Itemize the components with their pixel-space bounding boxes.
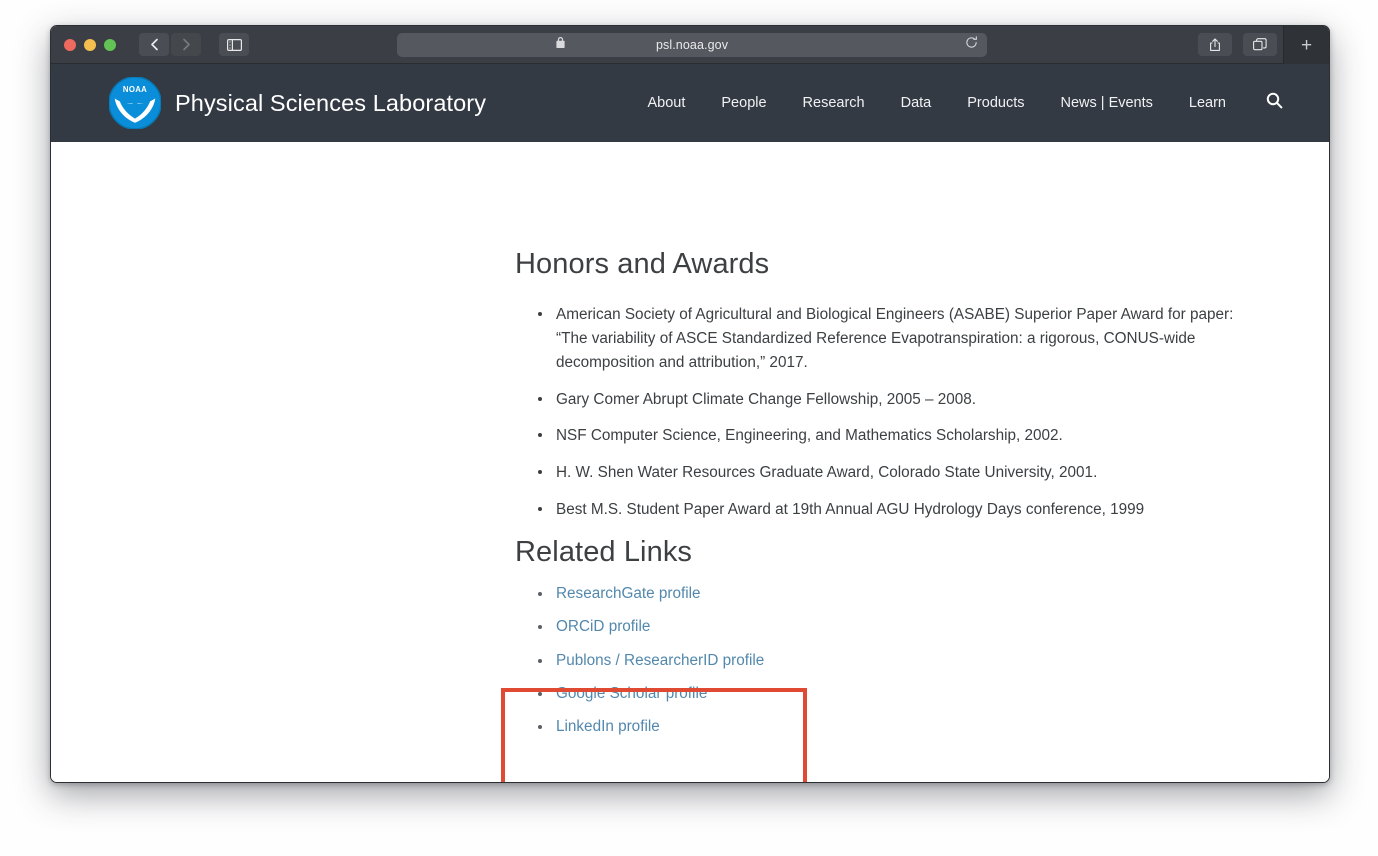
site-title: Physical Sciences Laboratory xyxy=(175,89,487,116)
svg-text:NOAA: NOAA xyxy=(123,85,147,94)
share-button[interactable] xyxy=(1198,33,1232,56)
noaa-logo: NOAA xyxy=(109,77,161,129)
share-icon xyxy=(1209,37,1221,52)
toolbar-right-buttons xyxy=(1198,33,1277,56)
list-item: American Society of Agricultural and Bio… xyxy=(538,303,1246,375)
sidebar-toggle-button[interactable] xyxy=(219,33,249,56)
navigation-buttons xyxy=(139,33,201,56)
lock-icon xyxy=(556,36,565,54)
list-item: NSF Computer Science, Engineering, and M… xyxy=(538,424,1246,448)
site-brand[interactable]: NOAA Physical Sciences Laboratory xyxy=(109,77,486,129)
list-item: ORCiD profile xyxy=(538,618,1269,636)
site-header: NOAA Physical Sciences Laboratory About … xyxy=(51,64,1329,142)
list-item: ResearchGate profile xyxy=(538,585,1269,603)
reload-icon[interactable] xyxy=(965,36,978,54)
close-window-button[interactable] xyxy=(64,38,76,51)
maximize-window-button[interactable] xyxy=(104,38,116,51)
address-bar-container: psl.noaa.gov xyxy=(397,33,987,57)
list-item: Best M.S. Student Paper Award at 19th An… xyxy=(538,498,1246,522)
forward-arrow-icon xyxy=(182,38,191,51)
nav-item-research[interactable]: Research xyxy=(785,95,883,111)
search-button[interactable] xyxy=(1244,92,1297,114)
browser-toolbar: psl.noaa.gov + xyxy=(51,26,1329,64)
back-arrow-icon xyxy=(150,38,159,51)
list-item: Publons / ResearcherID profile xyxy=(538,652,1269,670)
nav-item-products[interactable]: Products xyxy=(949,95,1042,111)
nav-item-people[interactable]: People xyxy=(703,95,784,111)
related-links-highlight-box xyxy=(501,688,807,782)
new-tab-button[interactable]: + xyxy=(1283,26,1329,64)
show-tabs-icon xyxy=(1253,38,1267,51)
window-traffic-lights xyxy=(64,38,116,51)
show-tabs-button[interactable] xyxy=(1243,33,1277,56)
screenshot-root: psl.noaa.gov + NOAA Physical Sciences La… xyxy=(0,0,1378,856)
nav-item-about[interactable]: About xyxy=(629,95,703,111)
related-links-heading: Related Links xyxy=(515,536,693,569)
forward-button[interactable] xyxy=(171,33,201,56)
nav-item-data[interactable]: Data xyxy=(883,95,950,111)
nav-item-news-events[interactable]: News | Events xyxy=(1042,95,1170,111)
honors-list: American Society of Agricultural and Bio… xyxy=(515,303,1269,522)
address-bar[interactable]: psl.noaa.gov xyxy=(397,33,987,57)
honors-heading: Honors and Awards xyxy=(515,248,770,280)
nav-item-learn[interactable]: Learn xyxy=(1171,95,1244,111)
minimize-window-button[interactable] xyxy=(84,38,96,51)
search-icon xyxy=(1266,92,1283,114)
back-button[interactable] xyxy=(139,33,169,56)
content-column: Honors and Awards American Society of Ag… xyxy=(51,142,1329,737)
page-content: Honors and Awards American Society of Ag… xyxy=(51,142,1329,782)
list-item: Gary Comer Abrupt Climate Change Fellows… xyxy=(538,388,1246,412)
link-researchgate-profile[interactable]: ResearchGate profile xyxy=(556,585,701,602)
address-bar-url: psl.noaa.gov xyxy=(655,38,729,52)
link-publons-researcherid-profile[interactable]: Publons / ResearcherID profile xyxy=(556,652,764,669)
list-item: H. W. Shen Water Resources Graduate Awar… xyxy=(538,461,1246,485)
sidebar-toggle-icon xyxy=(226,38,242,51)
browser-window: psl.noaa.gov + NOAA Physical Sciences La… xyxy=(50,25,1330,783)
site-navigation: About People Research Data Products News… xyxy=(629,92,1329,114)
link-orcid-profile[interactable]: ORCiD profile xyxy=(556,618,650,635)
